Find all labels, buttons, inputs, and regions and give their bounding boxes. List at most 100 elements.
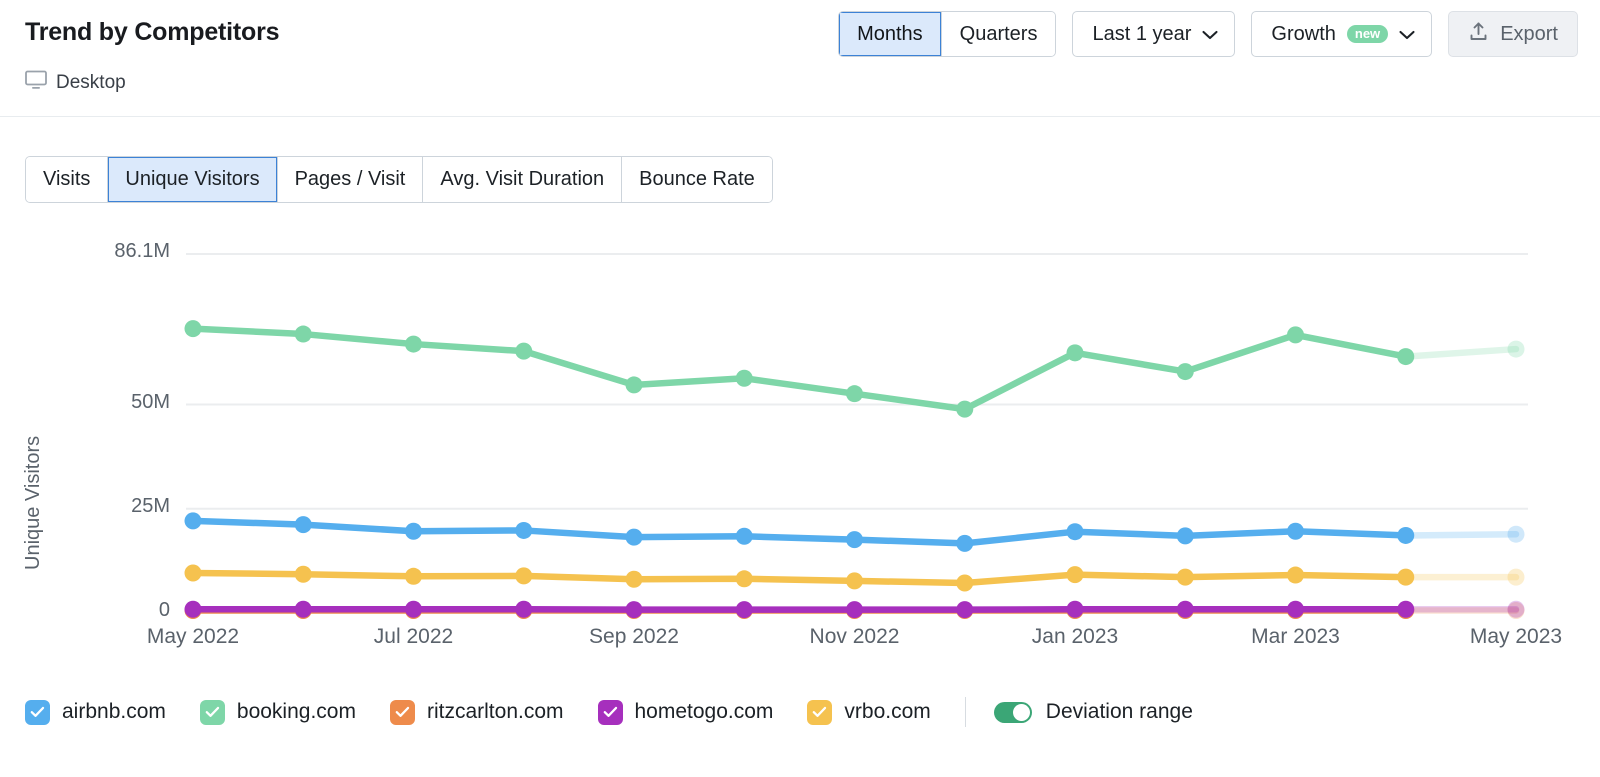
data-point[interactable] bbox=[1507, 600, 1525, 618]
metric-tab-avg-visit-duration[interactable]: Avg. Visit Duration bbox=[422, 157, 622, 202]
series-hometogo-com bbox=[184, 600, 1525, 619]
data-point[interactable] bbox=[405, 335, 422, 353]
device-label: Desktop bbox=[56, 71, 126, 93]
checkbox-icon[interactable] bbox=[597, 699, 623, 725]
checkbox-icon[interactable] bbox=[807, 699, 833, 725]
page-title: Trend by Competitors bbox=[25, 18, 280, 46]
metric-tab-bounce-rate[interactable]: Bounce Rate bbox=[621, 157, 772, 202]
data-point[interactable] bbox=[405, 567, 422, 585]
data-point[interactable] bbox=[1066, 600, 1084, 618]
export-button[interactable]: Export bbox=[1448, 11, 1578, 57]
date-range-dropdown[interactable]: Last 1 year bbox=[1072, 11, 1236, 57]
data-point[interactable] bbox=[625, 601, 643, 619]
data-point[interactable] bbox=[1287, 600, 1304, 618]
chart-legend: airbnb.com booking.com ritzcarlton.com home… bbox=[25, 697, 1193, 727]
checkbox-icon[interactable] bbox=[25, 699, 50, 725]
data-point[interactable] bbox=[956, 601, 974, 619]
data-point[interactable] bbox=[735, 570, 753, 588]
legend-item-label: hometogo.com bbox=[634, 700, 774, 723]
data-point[interactable] bbox=[1507, 525, 1525, 543]
data-point[interactable] bbox=[184, 564, 202, 582]
legend-item-label: airbnb.com bbox=[62, 700, 166, 723]
data-point[interactable] bbox=[515, 521, 533, 539]
export-label: Export bbox=[1500, 22, 1558, 45]
data-point[interactable] bbox=[1176, 527, 1194, 545]
data-point[interactable] bbox=[956, 400, 974, 418]
granularity-toggle: Months Quarters bbox=[838, 11, 1057, 57]
data-point[interactable] bbox=[956, 574, 974, 592]
metric-tab-visits[interactable]: Visits bbox=[26, 157, 108, 202]
data-point[interactable] bbox=[405, 522, 422, 540]
new-badge: new bbox=[1346, 25, 1389, 43]
data-point[interactable] bbox=[956, 534, 974, 552]
data-point[interactable] bbox=[1507, 340, 1525, 358]
checkbox-icon[interactable] bbox=[199, 699, 225, 725]
data-point[interactable] bbox=[1397, 526, 1415, 544]
legend-item-hometogo-com[interactable]: hometogo.com bbox=[597, 699, 774, 725]
data-point[interactable] bbox=[1287, 326, 1304, 344]
chevron-down-icon bbox=[1202, 23, 1218, 46]
data-point[interactable] bbox=[1176, 600, 1194, 618]
data-point[interactable] bbox=[184, 600, 202, 618]
data-point[interactable] bbox=[625, 528, 643, 546]
granularity-quarters-button[interactable]: Quarters bbox=[940, 12, 1056, 56]
data-point[interactable] bbox=[294, 325, 312, 343]
data-point[interactable] bbox=[515, 600, 533, 618]
data-point[interactable] bbox=[1397, 348, 1415, 366]
data-point[interactable] bbox=[405, 600, 422, 618]
toggle-knob bbox=[1012, 703, 1030, 721]
data-point[interactable] bbox=[735, 601, 753, 619]
series-airbnb-com bbox=[184, 512, 1525, 552]
data-point[interactable] bbox=[846, 601, 863, 619]
data-point[interactable] bbox=[846, 572, 863, 590]
deviation-range-toggle[interactable]: Deviation range bbox=[993, 700, 1193, 724]
data-point[interactable] bbox=[1287, 522, 1304, 540]
x-axis-tick-label: Jul 2022 bbox=[373, 625, 454, 648]
metric-tab-unique-visitors[interactable]: Unique Visitors bbox=[107, 157, 277, 202]
data-point[interactable] bbox=[846, 385, 863, 403]
metric-mode-dropdown[interactable]: Growth new bbox=[1251, 11, 1433, 57]
legend-divider bbox=[964, 697, 966, 727]
data-point[interactable] bbox=[1397, 600, 1415, 618]
data-point[interactable] bbox=[515, 342, 533, 360]
metric-tab-pages-visit[interactable]: Pages / Visit bbox=[276, 157, 423, 202]
trend-chart: Unique Visitors 0 25M 50M 86.1M May 2022 Jul… bbox=[0, 225, 1600, 685]
data-point[interactable] bbox=[1066, 566, 1084, 584]
data-point[interactable] bbox=[515, 567, 533, 585]
data-point[interactable] bbox=[184, 512, 202, 530]
checkbox-icon[interactable] bbox=[389, 699, 415, 725]
data-point[interactable] bbox=[1066, 344, 1084, 362]
legend-item-airbnb-com[interactable]: airbnb.com bbox=[25, 699, 166, 725]
chart-plot-area bbox=[184, 253, 1528, 619]
legend-item-booking-com[interactable]: booking.com bbox=[199, 699, 356, 725]
data-point[interactable] bbox=[1176, 568, 1194, 586]
legend-item-vrbo-com[interactable]: vrbo.com bbox=[807, 699, 931, 725]
data-point[interactable] bbox=[1287, 566, 1304, 584]
granularity-months-button[interactable]: Months bbox=[839, 12, 941, 56]
data-point[interactable] bbox=[294, 516, 312, 534]
series-line bbox=[189, 569, 1409, 587]
data-point[interactable] bbox=[1176, 363, 1194, 381]
metric-tab-group: Visits Unique Visitors Pages / Visit Avg. V… bbox=[25, 156, 773, 203]
toggle-switch[interactable] bbox=[993, 701, 1032, 723]
chevron-down-icon bbox=[1399, 23, 1415, 46]
data-point[interactable] bbox=[846, 531, 863, 549]
data-point[interactable] bbox=[1397, 568, 1415, 586]
legend-item-label: ritzcarlton.com bbox=[426, 700, 564, 723]
data-point[interactable] bbox=[294, 565, 312, 583]
data-point[interactable] bbox=[625, 376, 643, 394]
data-point[interactable] bbox=[735, 527, 753, 545]
x-axis-tick-label: Mar 2023 bbox=[1251, 625, 1340, 648]
series-line bbox=[189, 325, 1409, 413]
data-point[interactable] bbox=[184, 320, 202, 338]
x-axis-tick-label: May 2023 bbox=[1469, 625, 1563, 648]
data-point[interactable] bbox=[294, 600, 312, 618]
data-point[interactable] bbox=[1066, 523, 1084, 541]
x-axis-tick-label: Jan 2023 bbox=[1031, 625, 1119, 648]
data-point[interactable] bbox=[625, 570, 643, 588]
metric-mode-label: Growth bbox=[1271, 22, 1336, 45]
series-line bbox=[189, 517, 1409, 547]
data-point[interactable] bbox=[1507, 568, 1525, 586]
data-point[interactable] bbox=[735, 369, 753, 387]
legend-item-ritzcarlton-com[interactable]: ritzcarlton.com bbox=[389, 699, 564, 725]
